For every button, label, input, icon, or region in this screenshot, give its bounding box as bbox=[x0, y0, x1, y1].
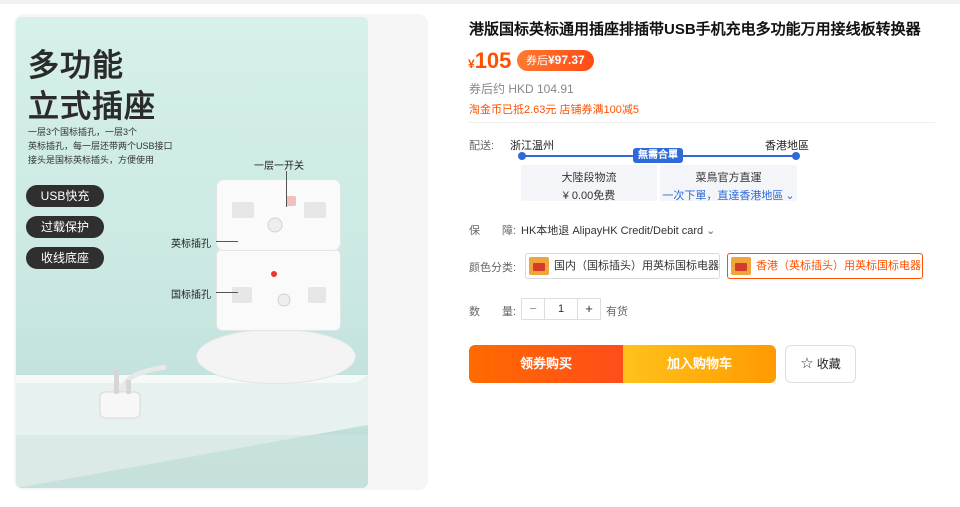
coupon-price: ¥97.37 bbox=[548, 53, 585, 67]
image-description: 一层3个国标插孔，一层3个 英标插孔，每一层还带两个USB接口 接头是国标英标插… bbox=[28, 127, 173, 165]
option-label: 国内（国标插头）用英标国标电器 bbox=[554, 260, 719, 272]
quantity-stepper: − 1 + bbox=[521, 298, 601, 320]
method-fee: ¥ 0.00免费 bbox=[562, 190, 616, 202]
color-label: 颜色分类: bbox=[469, 262, 517, 274]
socket-outlets bbox=[232, 196, 326, 307]
stock-status: 有货 bbox=[606, 306, 628, 318]
top-bar bbox=[0, 0, 960, 4]
buy-with-coupon-button[interactable]: 领券购买 bbox=[469, 345, 623, 383]
cainiao-box[interactable]: 菜鳥官方直運 一次下單，直達香港地區 ⌄ bbox=[660, 165, 797, 203]
method-title: 大陸段物流 bbox=[561, 172, 617, 184]
service-link[interactable]: 一次下單，直達香港地區 ⌄ bbox=[660, 187, 797, 203]
guarantee-value: HK本地退 AlipayHK Credit/Debit card bbox=[521, 225, 704, 237]
image-tag: USB快充 bbox=[26, 185, 104, 207]
image-title: 多功能 立式插座 bbox=[28, 45, 156, 127]
product-image[interactable]: 多功能 立式插座 一层3个国标插孔，一层3个 英标插孔，每一层还带两个USB接口… bbox=[16, 17, 368, 488]
price: ¥105 bbox=[468, 48, 511, 74]
quantity-minus-button[interactable]: − bbox=[522, 299, 544, 319]
divider bbox=[469, 122, 935, 123]
add-to-cart-button[interactable]: 加入购物车 bbox=[623, 345, 776, 383]
callout-switch: 一层一开关 bbox=[254, 161, 304, 172]
route-end-dot bbox=[792, 152, 800, 160]
quantity-label: 数 量: bbox=[469, 306, 517, 318]
socket-base bbox=[196, 329, 356, 384]
plug-illustration bbox=[99, 364, 166, 419]
product-title: 港版国标英标通用插座排插带USB手机充电多功能万用接线板转换器 bbox=[469, 21, 921, 38]
hkd-estimate: 券后约 HKD 104.91 bbox=[469, 82, 574, 96]
route-start-dot bbox=[518, 152, 526, 160]
service-title: 菜鳥官方直運 bbox=[695, 172, 762, 184]
star-icon: ☆ bbox=[800, 355, 814, 372]
ship-to: 香港地區 bbox=[765, 140, 809, 152]
callout-leader bbox=[286, 171, 287, 207]
option-cn-plug[interactable]: 国内（国标插头）用英标国标电器 bbox=[525, 253, 720, 279]
image-title-line2: 立式插座 bbox=[28, 89, 156, 124]
option-thumbnail bbox=[731, 257, 751, 275]
guarantee-label: 保 障: bbox=[469, 225, 517, 237]
shelf-illustration bbox=[16, 375, 368, 488]
chevron-down-icon: ⌄ bbox=[706, 225, 716, 237]
coupon-price-badge[interactable]: 券后¥97.37 bbox=[517, 50, 594, 71]
promo-text[interactable]: 淘金币已抵2.63元 店铺券满100减5 bbox=[469, 101, 639, 117]
mainland-logistics-box: 大陸段物流 ¥ 0.00免费 bbox=[521, 165, 657, 202]
option-thumbnail bbox=[529, 257, 549, 275]
quantity-plus-button[interactable]: + bbox=[578, 299, 600, 319]
option-label: 香港（英标插头）用英标国标电器 bbox=[756, 260, 921, 272]
image-tag: 收线底座 bbox=[26, 247, 104, 269]
callout-cn-socket: 国标插孔 bbox=[171, 290, 211, 301]
chevron-down-icon: ⌄ bbox=[785, 190, 795, 202]
image-tag: 过载保护 bbox=[26, 216, 104, 238]
favorite-button[interactable]: ☆ 收藏 bbox=[785, 345, 856, 383]
price-value: 105 bbox=[474, 48, 512, 73]
option-hk-plug[interactable]: 香港（英标插头）用英标国标电器 bbox=[727, 253, 923, 279]
service-link-text: 一次下單，直達香港地區 bbox=[662, 190, 784, 202]
favorite-label: 收藏 bbox=[816, 357, 841, 371]
callout-uk-socket: 英标插孔 bbox=[171, 239, 211, 250]
callout-leader bbox=[216, 241, 238, 242]
no-merge-badge: 無需合單 bbox=[633, 148, 683, 163]
guarantee-dropdown[interactable]: HK本地退 AlipayHK Credit/Debit card ⌄ bbox=[521, 222, 715, 238]
shipping-label: 配送: bbox=[469, 140, 495, 152]
image-title-line1: 多功能 bbox=[28, 48, 124, 83]
quantity-input[interactable]: 1 bbox=[544, 299, 578, 319]
ship-from: 浙江温州 bbox=[510, 140, 554, 152]
callout-leader bbox=[216, 292, 238, 293]
coupon-label: 券后 bbox=[526, 55, 548, 67]
currency-symbol: ¥ bbox=[468, 57, 475, 71]
